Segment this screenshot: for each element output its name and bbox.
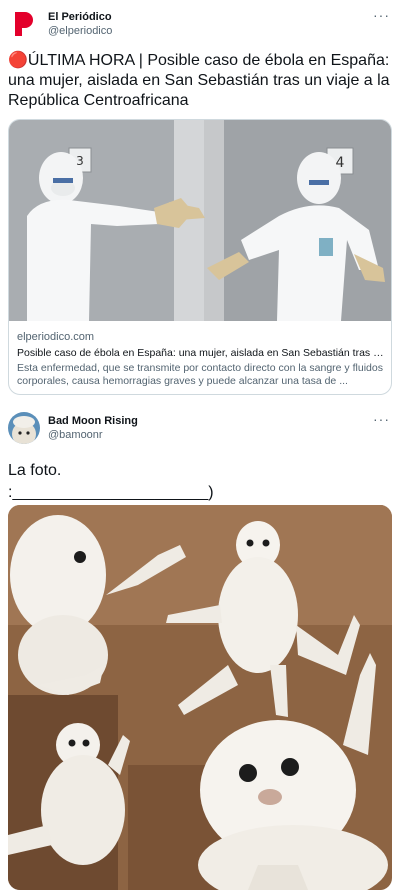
card-image: 3 4 (9, 120, 391, 321)
card-domain: elperiodico.com (17, 331, 95, 343)
avatar-image (8, 412, 40, 444)
author-names: El Periódico @elperiodico (48, 10, 112, 38)
tweet-text-line: :______________________) (8, 484, 214, 501)
handle[interactable]: @bamoonr (48, 428, 138, 442)
display-name[interactable]: Bad Moon Rising (48, 414, 138, 428)
author-names: Bad Moon Rising @bamoonr (48, 414, 138, 442)
tweet-photo[interactable] (8, 505, 392, 890)
tweet-text-line: La foto. (8, 462, 62, 479)
tweet: El Periódico @elperiodico ··· 🔴ÚLTIMA HO… (0, 0, 400, 400)
avatar[interactable] (8, 412, 40, 444)
tweet-header: Bad Moon Rising @bamoonr ··· (8, 412, 392, 444)
link-card[interactable]: 3 4 elperiodico.com Posible caso de ébol… (8, 119, 392, 395)
card-title: Posible caso de ébola en España: una muj… (17, 347, 387, 359)
tweet-text: La foto. :______________________) (8, 460, 394, 504)
more-dots-icon[interactable]: ··· (373, 412, 390, 426)
display-name[interactable]: El Periódico (48, 10, 112, 24)
card-meta: elperiodico.com Posible caso de ébola en… (17, 330, 387, 388)
el-periodico-logo-icon (15, 12, 33, 36)
card-description: Esta enfermedad, que se transmite por co… (17, 362, 383, 387)
door-number-right: 4 (336, 155, 345, 171)
more-dots-icon[interactable]: ··· (373, 8, 390, 22)
tweet-header: El Periódico @elperiodico ··· (8, 8, 392, 40)
avatar[interactable] (8, 8, 40, 40)
door-number-left: 3 (76, 154, 84, 168)
handle[interactable]: @elperiodico (48, 24, 112, 38)
tweet: Bad Moon Rising @bamoonr ··· La foto. :_… (0, 404, 400, 896)
tweet-text: 🔴ÚLTIMA HORA | Posible caso de ébola en … (8, 52, 390, 109)
